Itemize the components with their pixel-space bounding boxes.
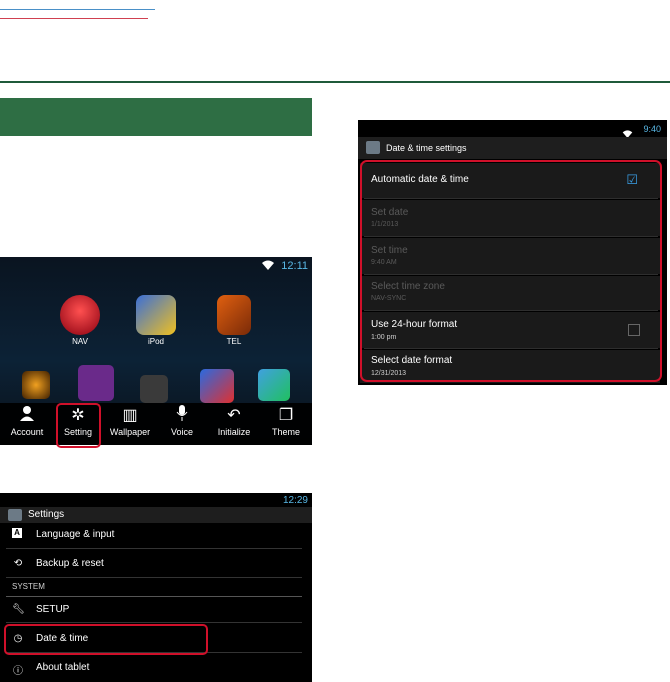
- settings-item-label: Language & input: [36, 529, 115, 540]
- dock-label: Account: [10, 427, 44, 437]
- section-label: SYSTEM: [12, 582, 45, 591]
- dock-label: Theme: [271, 427, 300, 437]
- date-time-highlight: [4, 624, 208, 655]
- nav-icon: [60, 295, 100, 335]
- theme-icon: ❐: [278, 407, 294, 424]
- top-red-rule: [0, 18, 148, 19]
- apps-icon[interactable]: [200, 369, 234, 403]
- wifi-icon: [262, 260, 274, 273]
- dock-theme[interactable]: ❐ Theme: [260, 405, 312, 445]
- all-apps-icon[interactable]: [140, 375, 168, 403]
- undo-icon: ↶: [227, 407, 241, 424]
- person-icon: [1, 405, 53, 427]
- app-tel[interactable]: TEL: [206, 295, 262, 346]
- setting-highlight: [56, 403, 101, 448]
- settings-app-icon: [366, 141, 380, 154]
- language-icon: A: [12, 528, 22, 538]
- app-label: NAV: [72, 337, 88, 346]
- dock-label: Initialize: [217, 427, 251, 437]
- dock-account[interactable]: Account: [1, 405, 53, 445]
- date-time-titlebar: Date & time settings: [358, 137, 667, 159]
- status-clock: 9:40: [643, 124, 661, 134]
- settings-app-icon: [8, 509, 22, 521]
- settings-titlebar: Settings: [0, 507, 312, 523]
- app-label: TEL: [226, 337, 242, 346]
- power-app-icon[interactable]: [78, 365, 114, 401]
- divider: [6, 596, 302, 597]
- phone-icon: [217, 295, 251, 335]
- dock-initialize[interactable]: ↶ Initialize: [208, 405, 260, 445]
- app-ipod[interactable]: iPod: [128, 295, 184, 346]
- hd-radio-icon[interactable]: [22, 371, 50, 399]
- status-bar: 12:11: [0, 257, 312, 275]
- settings-item-label: Backup & reset: [36, 558, 104, 569]
- section-divider: [0, 81, 670, 83]
- settings-item-label: About tablet: [36, 662, 90, 673]
- music-icon: [136, 295, 176, 335]
- settings-item-label: SETUP: [36, 604, 70, 615]
- section-header-bar: [0, 98, 312, 136]
- app-nav[interactable]: NAV: [52, 295, 108, 346]
- dock-label: Voice: [170, 427, 194, 437]
- status-clock: 12:29: [282, 495, 308, 506]
- status-clock: 12:11: [281, 260, 308, 272]
- microphone-icon: [156, 405, 208, 427]
- wrench-icon: 🔧︎: [12, 604, 25, 615]
- divider: [6, 577, 302, 578]
- settings-title: Settings: [28, 509, 65, 520]
- divider: [6, 548, 302, 549]
- date-time-title: Date & time settings: [386, 143, 467, 153]
- divider: [6, 622, 302, 623]
- dock-wallpaper[interactable]: ▥ Wallpaper: [104, 405, 156, 445]
- top-blue-rule: [0, 9, 155, 10]
- dock-voice[interactable]: Voice: [156, 405, 208, 445]
- info-icon: ⓘ: [13, 666, 23, 677]
- date-time-list-highlight: [360, 160, 662, 382]
- backup-icon: ⟲: [13, 558, 23, 569]
- app-label: iPod: [147, 337, 164, 346]
- usb-icon[interactable]: [258, 369, 290, 401]
- dock-label: Wallpaper: [109, 427, 151, 437]
- wallpaper-icon: ▥: [122, 407, 138, 424]
